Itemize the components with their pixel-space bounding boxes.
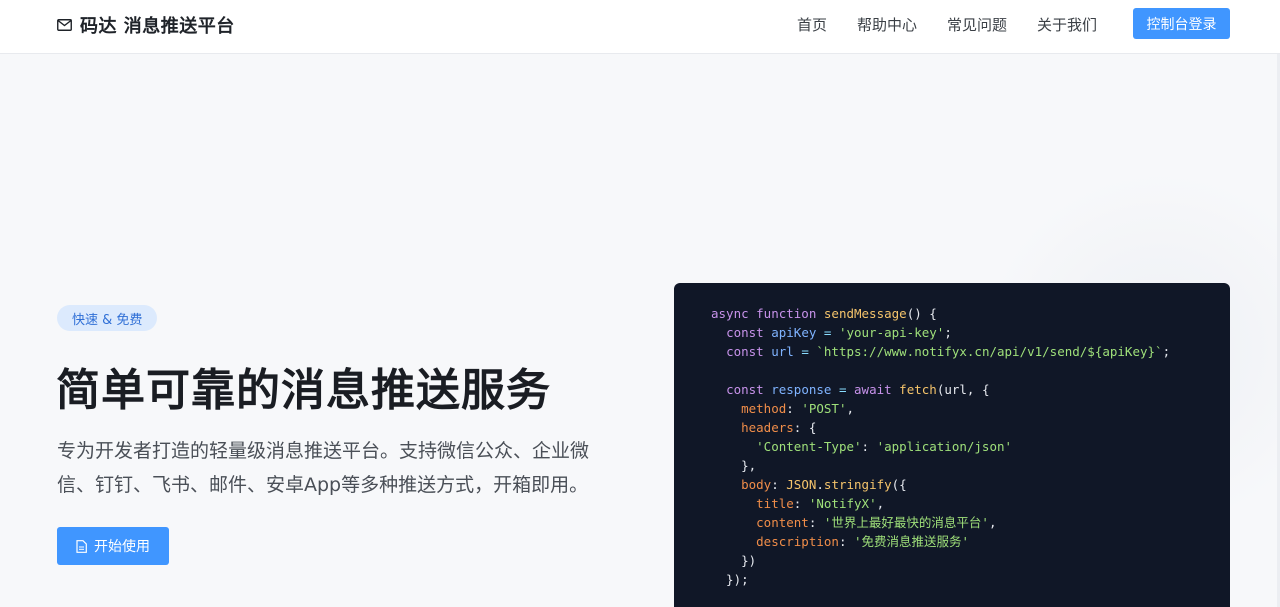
code-line: async function sendMessage() {: [711, 306, 937, 321]
mail-icon: [57, 19, 72, 31]
top-navbar: 码达 消息推送平台 首页 帮助中心 常见问题 关于我们 控制台登录: [0, 0, 1280, 54]
code-line: const response = await fetch(url, {: [726, 382, 990, 397]
code-line: const apiKey = 'your-api-key';: [726, 325, 952, 340]
code-line: const url = `https://www.notifyx.cn/api/…: [726, 344, 1171, 359]
code-line: description: '免费消息推送服务': [756, 534, 970, 549]
hero-description: 专为开发者打造的轻量级消息推送平台。支持微信公众、企业微信、钉钉、飞书、邮件、安…: [57, 440, 590, 496]
code-line: }): [711, 553, 757, 568]
code-line: title: 'NotifyX',: [756, 496, 885, 511]
code-example-panel: async function sendMessage() { const api…: [674, 283, 1230, 607]
nav-link-help-center[interactable]: 帮助中心: [857, 14, 917, 35]
hero-badge: 快速 & 免费: [57, 305, 158, 331]
document-icon: [76, 539, 87, 553]
brand[interactable]: 码达 消息推送平台: [57, 13, 235, 37]
code-line: headers: {: [741, 420, 817, 435]
start-button[interactable]: 开始使用: [57, 527, 169, 565]
nav-link-faq[interactable]: 常见问题: [947, 14, 1007, 35]
code-line: method: 'POST',: [741, 401, 855, 416]
nav-link-about[interactable]: 关于我们: [1037, 14, 1097, 35]
code-line: });: [711, 572, 749, 587]
console-login-button[interactable]: 控制台登录: [1133, 8, 1230, 39]
nav-link-home[interactable]: 首页: [797, 14, 827, 35]
code-line: body: JSON.stringify({: [741, 477, 907, 492]
hero-title: 简单可靠的消息推送服务: [56, 365, 551, 416]
brand-title: 码达 消息推送平台: [80, 16, 235, 37]
code-line: content: '世界上最好最快的消息平台',: [756, 515, 997, 530]
start-button-label: 开始使用: [94, 539, 150, 555]
nav-links: 首页 帮助中心 常见问题 关于我们: [797, 14, 1127, 34]
code-line: 'Content-Type': 'application/json': [756, 439, 1013, 454]
code-line: },: [711, 458, 757, 473]
